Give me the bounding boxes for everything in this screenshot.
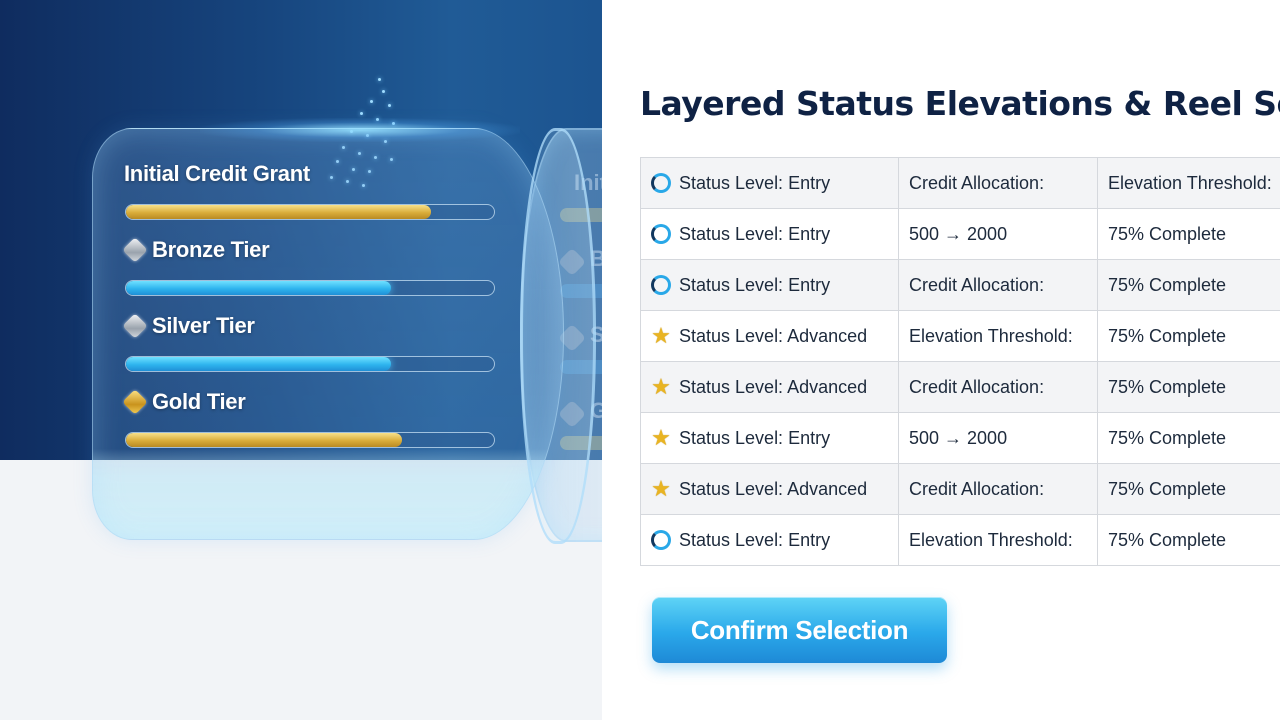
reel-panel: InitBSG Initial Credit GrantBronze TierS… (0, 0, 602, 720)
detail-cell: Credit Allocation: (898, 157, 1098, 209)
tier-label: Silver Tier (152, 313, 255, 338)
status-cell: Status Level: Entry (640, 259, 899, 311)
status-cell: ★ Status Level: Advanced (640, 361, 899, 413)
sparkle-dot (382, 90, 385, 93)
tier-row[interactable]: Bronze Tier (122, 236, 496, 296)
sparkle-dot (378, 78, 381, 81)
tier-header: Gold Tier (122, 388, 496, 416)
detail-cell: Elevation Threshold: (898, 310, 1098, 362)
progress-cell: 75% Complete (1097, 259, 1280, 311)
tier-progress-bar (125, 280, 495, 296)
table-row[interactable]: Status Level: Entry 500 → 2000 75% Complet… (640, 208, 1280, 260)
progress-cell: 75% Complete (1097, 208, 1280, 260)
detail-cell: Credit Allocation: (898, 463, 1098, 515)
progress-cell: 75% Complete (1097, 361, 1280, 413)
status-cell: ★ Status Level: Advanced (640, 463, 899, 515)
table-row[interactable]: ★ Status Level: Advanced Credit Allocation… (640, 463, 1280, 515)
tier-progress-fill (126, 281, 391, 295)
tier-row[interactable]: Silver Tier (122, 312, 496, 372)
sparkle-dot (370, 100, 373, 103)
tier-label: Gold Tier (152, 389, 246, 414)
page-title: Layered Status Elevations & Reel Selecat… (640, 84, 1280, 123)
detail-cell: 500 → 2000 (898, 208, 1098, 260)
star-icon: ★ (651, 476, 671, 501)
status-cell-content: Status Level: Entry (651, 224, 888, 245)
progress-cell: 75% Complete (1097, 514, 1280, 566)
tier-progress-bar (125, 204, 495, 220)
tier-label: Initial Credit Grant (124, 161, 310, 186)
star-icon: ★ (651, 323, 671, 348)
status-cell: Status Level: Entry (640, 208, 899, 260)
table-row[interactable]: Status Level: Entry Elevation Threshold: 7… (640, 514, 1280, 566)
detail-cell: Credit Allocation: (898, 361, 1098, 413)
status-cell-content: Status Level: Entry (651, 173, 888, 194)
ring-icon (651, 275, 671, 295)
ring-icon (651, 224, 671, 244)
status-level-text: Status Level: Entry (679, 529, 831, 550)
progress-cell: 75% Complete (1097, 412, 1280, 464)
tier-header: Bronze Tier (122, 236, 496, 264)
reel-glow (200, 118, 520, 142)
star-icon: ★ (651, 374, 671, 399)
tier-progress-bar (125, 432, 495, 448)
gold-gem-icon (122, 389, 148, 415)
status-cell-content: Status Level: Entry (651, 530, 888, 551)
silver-gem-icon (122, 237, 148, 263)
status-cell: Status Level: Entry (640, 157, 899, 209)
confirm-selection-button[interactable]: Confirm Selection (652, 597, 947, 663)
status-cell-content: Status Level: Entry (651, 275, 888, 296)
status-level-text: Status Level: Advanced (679, 325, 868, 346)
table-row[interactable]: ★ Status Level: Entry 500 → 2000 75% Comple… (640, 412, 1280, 464)
status-cell-content: ★ Status Level: Advanced (651, 374, 888, 399)
ring-icon (651, 530, 671, 550)
tier-progress-fill (126, 357, 391, 371)
tier-progress-fill (126, 433, 402, 447)
star-icon: ★ (651, 425, 671, 450)
tier-progress-fill (126, 205, 432, 219)
status-level-text: Status Level: Entry (679, 427, 831, 448)
detail-cell: Credit Allocation: (898, 259, 1098, 311)
table-row[interactable]: ★ Status Level: Advanced Credit Allocation… (640, 361, 1280, 413)
selection-panel: Layered Status Elevations & Reel Selecat… (602, 0, 1280, 720)
status-level-text: Status Level: Advanced (679, 478, 868, 499)
detail-cell: 500 → 2000 (898, 412, 1098, 464)
status-level-text: Status Level: Advanced (679, 376, 868, 397)
tier-header: Silver Tier (122, 312, 496, 340)
table-row[interactable]: ★ Status Level: Advanced Elevation Thresho… (640, 310, 1280, 362)
status-level-text: Status Level: Entry (679, 172, 831, 193)
status-cell: ★ Status Level: Entry (640, 412, 899, 464)
sparkle-dot (360, 112, 363, 115)
progress-cell: 75% Complete (1097, 463, 1280, 515)
status-level-text: Status Level: Entry (679, 274, 831, 295)
status-cell-content: ★ Status Level: Entry (651, 425, 888, 450)
status-table: Status Level: Entry Credit Allocation: Ele… (640, 157, 1280, 566)
table-row[interactable]: Status Level: Entry Credit Allocation: Ele… (640, 157, 1280, 209)
status-cell-content: ★ Status Level: Advanced (651, 323, 888, 348)
ring-icon (651, 173, 671, 193)
tier-row[interactable]: Initial Credit Grant (124, 160, 496, 220)
tier-header: Initial Credit Grant (124, 160, 496, 188)
status-cell-content: ★ Status Level: Advanced (651, 476, 888, 501)
status-cell: Status Level: Entry (640, 514, 899, 566)
progress-cell: 75% Complete (1097, 310, 1280, 362)
detail-cell: Elevation Threshold: (898, 514, 1098, 566)
sparkle-dot (388, 104, 391, 107)
table-row[interactable]: Status Level: Entry Credit Allocation: 75%… (640, 259, 1280, 311)
status-level-text: Status Level: Entry (679, 223, 831, 244)
tier-row[interactable]: Gold Tier (122, 388, 496, 448)
tier-progress-bar (125, 356, 495, 372)
progress-cell: Elevation Threshold: (1097, 157, 1280, 209)
status-cell: ★ Status Level: Advanced (640, 310, 899, 362)
reel-edge (520, 128, 596, 544)
tier-label: Bronze Tier (152, 237, 270, 262)
silver-gem-icon (122, 313, 148, 339)
